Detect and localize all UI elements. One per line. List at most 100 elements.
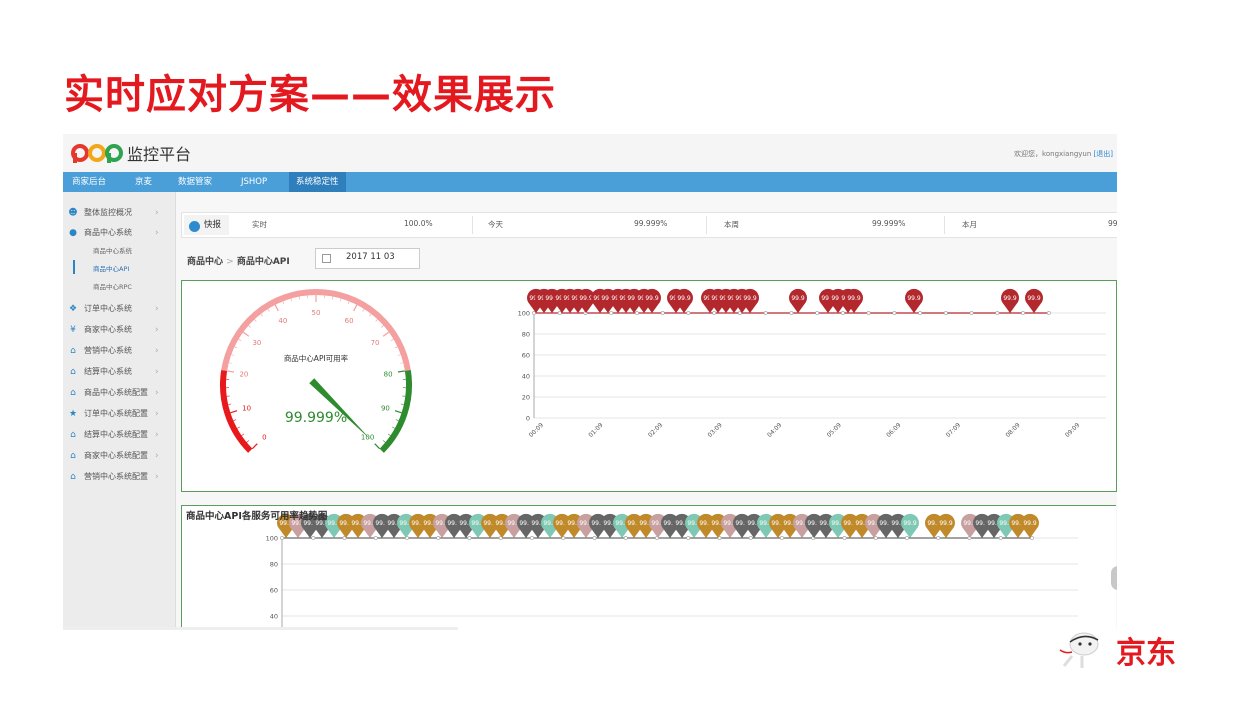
data-point — [1030, 536, 1034, 540]
gauge-tick — [381, 325, 384, 328]
data-point — [532, 311, 536, 315]
sidebar-item-order-config[interactable]: ★ 订单中心系统配置 › — [63, 405, 175, 423]
data-point — [905, 536, 909, 540]
gauge-tick-label: 0 — [262, 434, 266, 442]
y-tick-label: 60 — [270, 587, 278, 595]
gauge-tick — [241, 433, 245, 436]
breadcrumb-part1[interactable]: 商品中心 — [187, 257, 223, 267]
chevron-right-icon: › — [155, 430, 159, 440]
annotation-pin: 99.9 — [1025, 288, 1044, 313]
gauge-tick — [227, 370, 235, 373]
data-point — [936, 536, 941, 540]
data-point — [995, 311, 1000, 315]
annotation-pin-label: 99.9 — [907, 295, 921, 302]
sidebar-item-product-center[interactable]: ● 商品中心系统 › — [63, 224, 175, 242]
nav-item-jshop[interactable]: JSHOP — [234, 172, 274, 192]
sidebar-item-label: 结算中心系统配置 — [84, 430, 148, 439]
gauge-tick — [274, 304, 279, 312]
sidebar-item-merchant-center[interactable]: ¥ 商家中心系统 › — [63, 321, 175, 339]
data-point — [1021, 311, 1025, 315]
nav-item-jingmai[interactable]: 京麦 — [128, 172, 159, 192]
availability-line-chart: 0 20 40 60 80 100 00:09 01:09 02:09 03:09 04:09 05:… — [518, 288, 1106, 439]
logout-link[interactable]: [退出] — [1094, 150, 1113, 158]
x-tick-label: 03:09 — [707, 422, 724, 439]
yen-icon: ¥ — [70, 325, 76, 335]
username: 欢迎您，kongxiangyun — [1014, 150, 1092, 158]
sidebar-subitem-product-api[interactable]: 商品中心API — [93, 263, 129, 273]
data-point — [373, 536, 378, 540]
sidebar-item-label: 商家中心系统配置 — [84, 451, 148, 460]
data-point — [892, 311, 897, 315]
sidebar-item-settlement-config[interactable]: ⌂ 结算中心系统配置 › — [63, 426, 175, 444]
annotation-pin-label: 99.9 — [1027, 295, 1041, 302]
app-name: 监控平台 — [127, 145, 192, 164]
sidebar-item-merchant-config[interactable]: ⌂ 商家中心系统配置 › — [63, 447, 175, 465]
gauge-tick — [254, 319, 257, 322]
nav-item-data-manager[interactable]: 数据管家 — [171, 172, 219, 192]
pop-logo-icon — [71, 144, 123, 163]
chevron-right-icon: › — [155, 409, 159, 419]
week-label: 本周 — [724, 220, 739, 229]
x-tick-label: 00:09 — [528, 422, 545, 439]
data-point — [686, 311, 691, 315]
data-point — [780, 536, 784, 540]
gauge-tick — [234, 346, 238, 349]
availability-gauge: 0 10 20 30 40 50 60 70 80 90 100 商品中心API可用率 99.999% — [220, 289, 412, 453]
chevron-right-icon: › — [155, 472, 159, 482]
app-logo[interactable]: 监控平台 — [71, 141, 191, 165]
gauge-tick — [248, 325, 251, 328]
breadcrumb-part2: 商品中心API — [236, 257, 290, 267]
x-tick-label: 08:09 — [1004, 422, 1021, 439]
gauge-tick — [387, 433, 391, 436]
sidebar-item-label: 结算中心系统 — [84, 367, 132, 376]
sidebar-item-label: 订单中心系统配置 — [84, 409, 148, 418]
gauge-tick — [362, 308, 365, 312]
gauge-tick — [290, 298, 293, 302]
sidebar: ☻ 整体监控概况 › ● 商品中心系统 › 商品中心系统 商品中心API 商品中… — [63, 192, 176, 628]
service-trend-title: 商品中心API各服务可用率趋势图 — [186, 511, 328, 522]
report-icon — [189, 221, 200, 232]
bank-icon: ⌂ — [70, 451, 76, 461]
gauge-tick-label: 100 — [361, 434, 374, 442]
nav-item-merchant-backend[interactable]: 商家后台 — [65, 172, 113, 192]
data-point — [467, 536, 472, 540]
y-tick-label: 60 — [522, 352, 530, 360]
y-tick-label: 20 — [522, 394, 530, 402]
gauge-tick — [394, 410, 402, 414]
data-point — [918, 311, 923, 315]
annotation-pin: 99.9 — [904, 288, 923, 313]
sidebar-item-marketing-config[interactable]: ⌂ 营销中心系统配置 › — [63, 468, 175, 486]
sidebar-item-marketing-center[interactable]: ⌂ 营销中心系统 › — [63, 342, 175, 360]
gauge-tick-label: 50 — [312, 309, 321, 317]
data-point — [311, 536, 316, 540]
nav-item-system-stability[interactable]: 系统稳定性 — [289, 172, 346, 192]
gauge-tick — [238, 338, 242, 341]
scroll-handle[interactable] — [1111, 566, 1117, 590]
main-nav: 商家后台 京麦 数据管家 JSHOP 系统稳定性 — [63, 172, 1117, 192]
main-content: 快报 实时 100.0% 今天 99.999% 本周 99.999% 本月 99… — [181, 192, 1117, 628]
y-tick-label: 80 — [270, 561, 278, 569]
data-point — [763, 311, 768, 315]
sidebar-item-label: 订单中心系统 — [84, 304, 132, 313]
chevron-right-icon: › — [155, 451, 159, 461]
sidebar-item-overview[interactable]: ☻ 整体监控概况 › — [63, 204, 175, 222]
annotation-pin-label: 99.9 — [847, 295, 861, 302]
bank-icon: ⌂ — [70, 430, 76, 440]
gauge-tick — [260, 313, 263, 317]
annotation-pin: 99.9 — [901, 513, 919, 538]
x-tick-label: 05:09 — [826, 422, 843, 439]
sidebar-item-order-center[interactable]: ❖ 订单中心系统 › — [63, 300, 175, 318]
sidebar-subitem-product-system[interactable]: 商品中心系统 — [93, 245, 132, 255]
sidebar-item-settlement-center[interactable]: ⌂ 结算中心系统 › — [63, 363, 175, 381]
gauge-tick — [382, 440, 386, 443]
gauge-tick — [382, 331, 390, 337]
annotation-pin-label: 99.9 — [743, 295, 757, 302]
date-picker[interactable]: 2017 11 03 — [315, 248, 420, 269]
sidebar-item-product-config[interactable]: ⌂ 商品中心系统配置 › — [63, 384, 175, 402]
screenshot-frame: 监控平台 欢迎您，kongxiangyun [退出] 商家后台 京麦 数据管家 … — [63, 134, 1117, 628]
data-point — [969, 311, 974, 315]
sidebar-subitem-product-rpc[interactable]: 商品中心RPC — [93, 281, 132, 291]
bank-icon: ⌂ — [70, 346, 76, 356]
gauge-tick — [353, 304, 358, 312]
data-point — [738, 311, 742, 315]
